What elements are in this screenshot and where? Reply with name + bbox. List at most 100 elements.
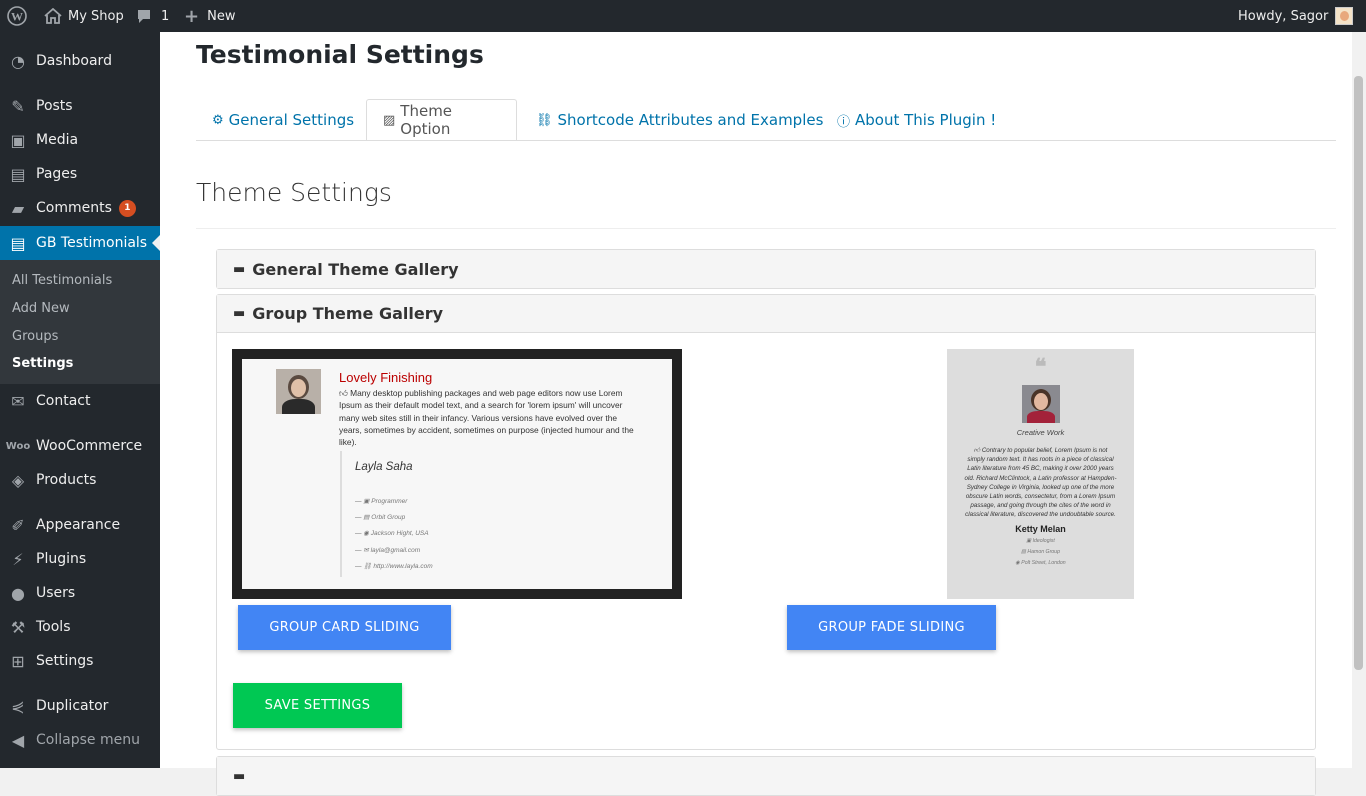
sidebar-item-label: Pages	[36, 166, 78, 182]
group-card-sliding-button[interactable]: GROUP CARD SLIDING	[238, 605, 451, 650]
detail-text: Ideologist	[1032, 537, 1055, 544]
detail-text: Orbit Group	[371, 514, 406, 522]
preview-card-name: Layla Saha	[355, 461, 413, 473]
plus-icon: +	[184, 5, 200, 27]
my-account-link[interactable]: Howdy, Sagor	[1238, 0, 1354, 32]
group-theme-gallery-header[interactable]: ▬ Group Theme Gallery	[217, 295, 1315, 333]
preview-fade-subtitle: Creative Work	[1016, 428, 1065, 437]
group-fade-sliding-button[interactable]: GROUP FADE SLIDING	[787, 605, 996, 650]
section-title: Theme Settings	[196, 178, 392, 207]
preview-card-body-text: Many desktop publishing packages and web…	[339, 388, 634, 448]
submenu-groups[interactable]: Groups	[12, 329, 58, 344]
collapse-menu-button[interactable]: ◀ Collapse menu	[0, 723, 160, 757]
wordpress-logo-icon[interactable]: W	[7, 0, 27, 32]
tab-label: About This Plugin !	[855, 111, 997, 129]
next-theme-gallery-panel: ▬	[216, 756, 1316, 796]
save-settings-button[interactable]: SAVE SETTINGS	[233, 683, 402, 728]
settings-icon: ⊞	[11, 651, 25, 671]
scrollbar-thumb[interactable]	[1354, 76, 1363, 670]
sidebar-item-gb-testimonials[interactable]: ▤ GB Testimonials	[0, 226, 160, 260]
tab-theme-option[interactable]: ▨ Theme Option	[366, 99, 517, 141]
testimonial-photo	[1021, 385, 1060, 423]
presentation-icon: ▬	[233, 306, 246, 321]
sidebar-item-users[interactable]: ● Users	[0, 576, 160, 610]
sidebar-item-woocommerce[interactable]: Woo WooCommerce	[0, 429, 160, 463]
sidebar-item-tools[interactable]: ⚒ Tools	[0, 610, 160, 644]
site-name-link[interactable]: My Shop	[44, 0, 124, 32]
sidebar-item-label: Media	[36, 132, 79, 148]
dashboard-icon: ◔	[11, 51, 25, 71]
group-theme-gallery-panel: ▬ Group Theme Gallery Lovely Finishing 👍…	[216, 294, 1316, 750]
card-sliding-preview[interactable]: Lovely Finishing 👍︎ Many desktop publish…	[232, 349, 682, 599]
preview-fade-name: Ketty Melan	[1015, 523, 1066, 534]
general-theme-gallery-panel: ▬ General Theme Gallery	[216, 249, 1316, 289]
section-divider	[196, 228, 1336, 229]
sidebar-item-plugins[interactable]: ⚡ Plugins	[0, 542, 160, 576]
preview-fade-details: ▣ Ideologist ▤ Hamon Group ◉ Polt Street…	[947, 536, 1134, 569]
sidebar-item-products[interactable]: ◈ Products	[0, 463, 160, 497]
plug-icon: ⚡	[12, 549, 24, 569]
preview-fade-body-text: Contrary to popular belief, Lorem Ipsum …	[964, 447, 1117, 519]
submenu-all-testimonials[interactable]: All Testimonials	[12, 273, 112, 288]
submenu-add-new[interactable]: Add New	[12, 301, 70, 316]
brush-icon: ✐	[11, 515, 25, 535]
mail-icon: ✉	[11, 391, 25, 411]
fade-sliding-preview[interactable]: ❝ Creative Work 👍︎ Contrary to popular b…	[947, 349, 1134, 599]
link-icon: ⛓	[536, 112, 553, 128]
sidebar-item-label: Products	[36, 472, 97, 488]
panel-title: General Theme Gallery	[252, 259, 459, 279]
woo-icon: Woo	[5, 440, 31, 452]
testimonials-submenu: All Testimonials Add New Groups Settings	[0, 260, 160, 384]
tab-shortcode-attributes[interactable]: ⛓ Shortcode Attributes and Examples	[520, 99, 839, 141]
sidebar-item-dashboard[interactable]: ◔ Dashboard	[0, 44, 160, 78]
detail-location: — ◉ Jackson Hight, USA	[355, 530, 429, 538]
sidebar-item-label: WooCommerce	[36, 438, 143, 454]
preview-card-details: — ▣ Programmer — ▤ Orbit Group — ◉ Jacks…	[355, 494, 433, 575]
admin-bar: W My Shop 1 + New Howdy, Sagor	[0, 0, 1366, 32]
wrench-icon: ⚒	[10, 617, 26, 637]
comments-link[interactable]: 1	[136, 0, 169, 32]
panel-title: Group Theme Gallery	[252, 304, 444, 323]
new-label: New	[207, 8, 236, 24]
detail-location: ◉ Polt Street, London	[1015, 559, 1066, 566]
collapse-icon: ◀	[11, 730, 25, 750]
detail-text: Hamon Group	[1027, 548, 1060, 555]
media-icon: ▣	[10, 130, 26, 150]
submenu-settings[interactable]: Settings	[12, 356, 73, 371]
pages-icon: ▤	[10, 164, 26, 184]
sidebar-item-appearance[interactable]: ✐ Appearance	[0, 508, 160, 542]
detail-company: ▤ Hamon Group	[1021, 548, 1060, 555]
comments-badge: 1	[118, 199, 136, 217]
sidebar-item-duplicator[interactable]: ⋞ Duplicator	[0, 689, 160, 723]
svg-text:W: W	[11, 10, 23, 24]
tab-label: Shortcode Attributes and Examples	[557, 111, 824, 129]
sidebar-item-label: Duplicator	[36, 698, 109, 714]
detail-text: layla@gmail.com	[370, 546, 421, 554]
sidebar-item-comments[interactable]: ▰ Comments 1	[0, 191, 160, 225]
tabs-divider	[196, 140, 1336, 141]
sidebar-item-contact[interactable]: ✉ Contact	[0, 384, 160, 418]
sidebar-item-settings[interactable]: ⊞ Settings	[0, 644, 160, 678]
preview-card-title: Lovely Finishing	[339, 370, 433, 385]
detail-text: Jackson Hight, USA	[370, 530, 429, 538]
howdy-text: Howdy, Sagor	[1238, 8, 1329, 24]
current-menu-arrow	[152, 235, 160, 251]
sidebar-item-media[interactable]: ▣ Media	[0, 123, 160, 157]
user-icon: ●	[11, 583, 25, 603]
sidebar-item-label: GB Testimonials	[36, 235, 148, 251]
site-name: My Shop	[68, 8, 124, 24]
new-content-link[interactable]: + New	[184, 0, 235, 32]
tab-about-plugin[interactable]: ⓘ About This Plugin !	[821, 99, 1012, 141]
detail-role: ▣ Ideologist	[1026, 537, 1055, 544]
general-theme-gallery-header[interactable]: ▬ General Theme Gallery	[217, 250, 1315, 288]
sidebar-item-label: Appearance	[36, 517, 121, 533]
next-theme-gallery-header[interactable]: ▬	[217, 757, 1315, 795]
sidebar-item-posts[interactable]: ✎ Posts	[0, 89, 160, 123]
sidebar-item-label: Users	[36, 585, 76, 601]
detail-website: — ⛓ http://www.layla.com	[355, 562, 433, 570]
pin-icon: ✎	[11, 96, 25, 116]
presentation-icon: ▬	[233, 768, 246, 784]
sidebar-item-pages[interactable]: ▤ Pages	[0, 157, 160, 191]
thumbs-up-icon: 👍︎	[339, 388, 351, 398]
tab-general-settings[interactable]: ⚙ General Settings	[196, 99, 370, 141]
